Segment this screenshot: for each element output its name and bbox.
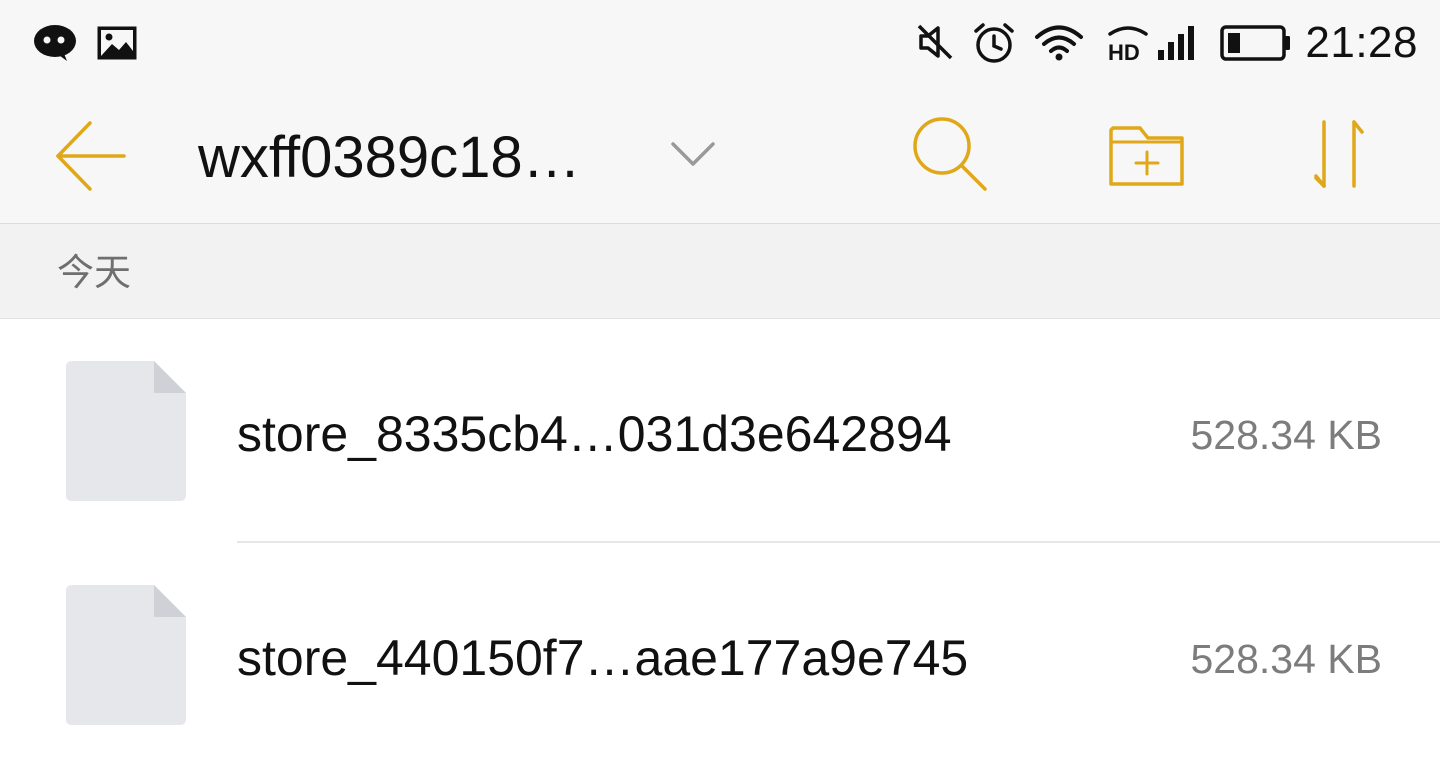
file-list: store_8335cb4…031d3e642894 528.34 KB sto… <box>0 319 1440 735</box>
file-icon <box>66 585 186 725</box>
search-icon <box>910 114 992 194</box>
new-folder-icon <box>1108 122 1186 188</box>
wechat-icon <box>34 24 80 62</box>
folder-dropdown-button[interactable] <box>670 140 716 168</box>
date-section-label: 今天 <box>57 251 131 294</box>
arrow-left-icon <box>52 118 128 194</box>
new-folder-button[interactable] <box>1108 122 1186 188</box>
search-button[interactable] <box>910 114 992 194</box>
sort-icon <box>1310 118 1370 192</box>
wifi-icon <box>1034 24 1084 62</box>
toolbar: wxff0389c18… <box>0 86 1440 224</box>
file-row[interactable]: store_440150f7…aae177a9e745 528.34 KB <box>0 543 1440 767</box>
sort-button[interactable] <box>1310 118 1370 192</box>
file-row[interactable]: store_8335cb4…031d3e642894 528.34 KB <box>0 319 1440 543</box>
mute-icon <box>916 24 954 60</box>
image-icon <box>96 25 138 61</box>
file-icon <box>66 361 186 501</box>
file-name: store_440150f7…aae177a9e745 <box>237 630 969 686</box>
alarm-icon <box>972 22 1016 64</box>
date-section-header: 今天 <box>0 224 1440 319</box>
file-name: store_8335cb4…031d3e642894 <box>237 406 952 462</box>
hd-signal-icon: HD <box>1106 22 1202 64</box>
svg-text:HD: HD <box>1108 40 1140 64</box>
battery-icon <box>1220 24 1292 62</box>
folder-title[interactable]: wxff0389c18… <box>198 126 581 190</box>
status-time: 21:28 <box>1305 18 1418 67</box>
status-bar: HD 21:28 <box>0 0 1440 86</box>
back-button[interactable] <box>52 118 128 194</box>
file-size: 528.34 KB <box>1190 412 1383 458</box>
file-size: 528.34 KB <box>1190 636 1383 682</box>
chevron-down-icon <box>670 140 716 168</box>
